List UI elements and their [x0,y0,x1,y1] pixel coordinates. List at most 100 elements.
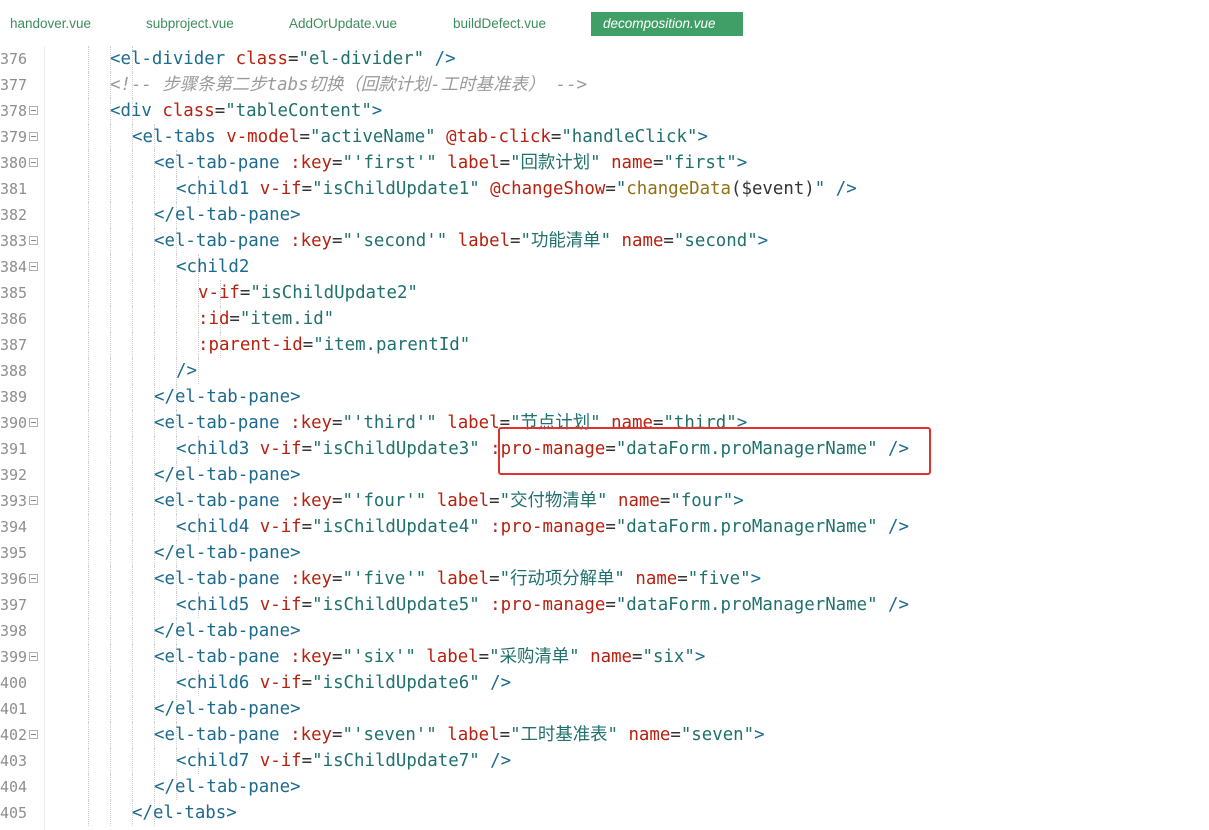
code-token: <el-tab-pane [154,153,291,173]
fold-toggle-icon[interactable] [29,418,38,427]
code-token: class [162,101,215,121]
tab-subproject[interactable]: subproject.vue [146,12,234,36]
code-token: "'six'" [342,647,416,667]
code-line[interactable]: 402 <el-tab-pane :key="'seven'" label="工时… [0,722,1209,748]
code-line[interactable]: 400 <child6 v-if="isChildUpdate6" /> [0,670,1209,696]
fold-toggle-icon[interactable] [29,574,38,583]
code-token: = [332,413,343,433]
code-line[interactable]: 394 <child4 v-if="isChildUpdate4" :pro-ma… [0,514,1209,540]
indent-guide [154,254,155,280]
code-token: </el-tab-pane> [154,465,301,485]
code-token: "dataForm.proManagerName" [615,517,878,537]
indent-guide [154,280,155,306]
indent-guide [132,332,133,358]
code-line[interactable]: 384 <child2 [0,254,1209,280]
code-token: = [301,751,313,771]
tab-handover[interactable]: handover.vue [10,12,91,36]
code-token: "'five'" [342,569,427,589]
fold-toggle-icon[interactable] [29,132,38,141]
code-line[interactable]: 399 <el-tab-pane :key="'six'" label="采购清单… [0,644,1209,670]
code-token: :key [290,725,333,745]
code-line[interactable]: 395 </el-tab-pane> [0,540,1209,566]
indent-guide [132,670,133,696]
code-token: ($event) [731,179,815,199]
indent-guide [88,696,89,722]
indent-guide [88,436,89,462]
code-line[interactable]: 379 <el-tabs v-model="activeName" @tab-cl… [0,124,1209,150]
fold-toggle-icon[interactable] [29,106,38,115]
code-token: "'first'" [342,153,437,173]
indent-guide [132,176,133,202]
fold-toggle-icon[interactable] [29,158,38,167]
code-line[interactable]: 378 <div class="tableContent"> [0,98,1209,124]
indent-guide [88,462,89,488]
code-line[interactable]: 396 <el-tab-pane :key="'five'" label="行动项… [0,566,1209,592]
code-text: <el-tab-pane :key="'six'" label="采购清单" n… [154,644,705,670]
code-token: label [447,153,500,173]
code-line[interactable]: 389 </el-tab-pane> [0,384,1209,410]
fold-toggle-icon[interactable] [29,652,38,661]
fold-toggle-icon[interactable] [29,262,38,271]
code-text: </el-tab-pane> [154,462,301,488]
tab-build-defect[interactable]: buildDefect.vue [453,12,546,36]
indent-guide [110,540,111,566]
code-line[interactable]: 382 </el-tab-pane> [0,202,1209,228]
code-text: </el-tab-pane> [154,384,301,410]
tab-decomposition[interactable]: decomposition.vue [591,12,743,36]
indent-guide [154,176,155,202]
code-text: <el-tab-pane :key="'seven'" label="工时基准表… [154,722,765,748]
indent-guide [88,124,89,150]
code-line[interactable]: 393 <el-tab-pane :key="'four'" label="交付物… [0,488,1209,514]
tab-add-or-update[interactable]: AddOrUpdate.vue [289,12,397,36]
code-line[interactable]: 388 /> [0,358,1209,384]
code-line[interactable]: 377 <!-- 步骤条第二步tabs切换（回款计划-工时基准表） --> [0,72,1209,98]
indent-guide [198,358,199,384]
fold-toggle-icon[interactable] [29,496,38,505]
indent-guide [154,748,155,774]
code-line[interactable]: 381 <child1 v-if="isChildUpdate1" @change… [0,176,1209,202]
indent-guide [154,592,155,618]
code-line[interactable]: 386:id="item.id" [0,306,1209,332]
indent-guide [132,254,133,280]
code-text: <el-tab-pane :key="'four'" label="交付物清单"… [154,488,744,514]
code-token: "four" [670,491,734,511]
line-number: 380 [0,154,28,172]
line-number: 381 [0,180,28,198]
fold-toggle-icon[interactable] [29,236,38,245]
code-token: </el-tab-pane> [154,777,301,797]
code-token: > [694,647,706,667]
indent-guide [132,462,133,488]
code-token: "交付物清单" [499,491,608,511]
indent-guide [88,306,89,332]
code-text: <el-tab-pane :key="'five'" label="行动项分解单… [154,566,761,592]
code-token: > [733,491,744,511]
code-line[interactable]: 404 </el-tab-pane> [0,774,1209,800]
code-line[interactable]: 405 </el-tabs> [0,800,1209,826]
code-token: <child6 [176,673,260,693]
code-line[interactable]: 380 <el-tab-pane :key="'first'" label="回款… [0,150,1209,176]
code-line[interactable]: 401 </el-tab-pane> [0,696,1209,722]
code-line[interactable]: 403 <child7 v-if="isChildUpdate7" /> [0,748,1209,774]
indent-guide [154,306,155,332]
indent-guide [132,748,133,774]
code-line[interactable]: 398 </el-tab-pane> [0,618,1209,644]
code-line[interactable]: 376 <el-divider class="el-divider" /> [0,46,1209,72]
code-token: <child7 [176,751,260,771]
indent-guide [132,566,133,592]
indent-guide [88,514,89,540]
code-token: v-model [226,127,300,147]
code-token: </el-tab-pane> [154,387,301,407]
code-text: <child6 v-if="isChildUpdate6" /> [176,670,511,696]
indent-guide [132,384,133,410]
code-token: = [214,101,226,121]
code-line[interactable]: 383 <el-tab-pane :key="'second'" label="功… [0,228,1209,254]
code-token: "'second'" [342,231,448,251]
code-line[interactable]: 397 <child5 v-if="isChildUpdate5" :pro-ma… [0,592,1209,618]
code-token: <child1 [176,179,260,199]
code-token: = [489,569,500,589]
code-line[interactable]: 385 v-if="isChildUpdate2" [0,280,1209,306]
code-line[interactable]: 387:parent-id="item.parentId" [0,332,1209,358]
fold-toggle-icon[interactable] [29,730,38,739]
